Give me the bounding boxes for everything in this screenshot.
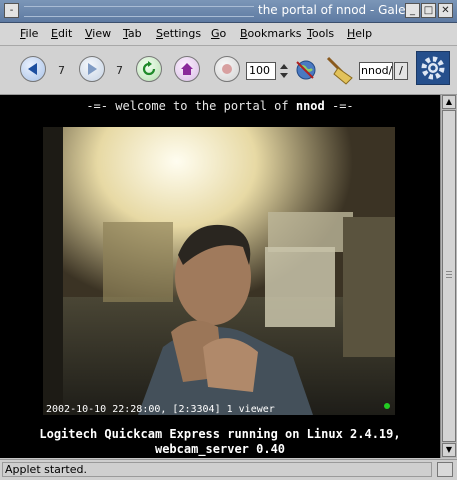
go-button[interactable]: / [394, 62, 408, 80]
home-icon [181, 63, 193, 75]
window-menu-button[interactable]: - [4, 3, 19, 18]
close-button[interactable]: ✕ [438, 3, 453, 18]
globe-icon[interactable] [294, 58, 318, 82]
status-text: Applet started. [2, 462, 432, 477]
menu-file[interactable]: File [20, 27, 38, 40]
welcome-prefix: -=- welcome to the portal of [86, 99, 296, 113]
forward-button[interactable] [79, 56, 105, 82]
menu-edit[interactable]: Edit [51, 27, 72, 40]
status-bar: Applet started. [0, 459, 457, 480]
maximize-button[interactable]: □ [421, 3, 436, 18]
galeon-logo[interactable] [416, 51, 450, 85]
window-title: the portal of nnod - Galeon [258, 3, 421, 17]
broom-icon[interactable] [322, 54, 356, 86]
webcam-image[interactable] [43, 127, 395, 415]
welcome-heading: -=- welcome to the portal of nnod -=- [0, 99, 440, 113]
back-arrow-icon [28, 63, 37, 75]
menu-bookmarks[interactable]: Bookmarks [240, 27, 301, 40]
stop-icon [222, 64, 232, 74]
menu-bar: File Edit View Tab Settings Go Bookmarks… [0, 23, 457, 46]
stop-button[interactable] [214, 56, 240, 82]
scroll-down-button[interactable]: ▼ [442, 443, 456, 457]
forward-arrow-icon [88, 63, 97, 75]
menu-go[interactable]: Go [211, 27, 226, 40]
webcam-caption: Logitech Quickcam Express running on Lin… [0, 427, 440, 457]
back-button[interactable] [20, 56, 46, 82]
zoom-field[interactable]: 100 [246, 62, 276, 80]
toolbar: 7 7 100 nnod/ / [0, 46, 457, 95]
reload-button[interactable] [136, 56, 162, 82]
status-dot-icon [384, 403, 390, 409]
webcam-overlay-text: 2002-10-10 22:28:00, [2:3304] 1 viewer [46, 404, 275, 415]
location-field[interactable]: nnod/ [359, 62, 393, 80]
vertical-scrollbar[interactable]: ▲ ▼ [440, 95, 457, 458]
scroll-up-button[interactable]: ▲ [442, 95, 456, 109]
security-status-icon[interactable] [437, 462, 453, 477]
back-history-count[interactable]: 7 [58, 64, 65, 77]
title-bar[interactable]: - the portal of nnod - Galeon _ □ ✕ [0, 0, 457, 23]
menu-view[interactable]: View [85, 27, 111, 40]
reload-icon [142, 61, 156, 76]
scroll-thumb[interactable] [442, 110, 456, 442]
menu-tab[interactable]: Tab [123, 27, 142, 40]
welcome-suffix: -=- [324, 99, 354, 113]
zoom-spin-icon[interactable] [278, 62, 290, 80]
minimize-button[interactable]: _ [405, 3, 420, 18]
title-bar-grip [24, 6, 254, 17]
forward-history-count[interactable]: 7 [116, 64, 123, 77]
caption-line-2: webcam_server 0.40 [154, 442, 286, 456]
welcome-name: nnod [295, 99, 325, 113]
menu-help[interactable]: Help [347, 27, 372, 40]
menu-tools[interactable]: Tools [307, 27, 334, 40]
menu-settings[interactable]: Settings [156, 27, 201, 40]
galeon-gear-icon [421, 56, 445, 80]
caption-line-1: Logitech Quickcam Express running on Lin… [39, 427, 401, 441]
home-button[interactable] [174, 56, 200, 82]
webcam-frame [43, 127, 395, 415]
